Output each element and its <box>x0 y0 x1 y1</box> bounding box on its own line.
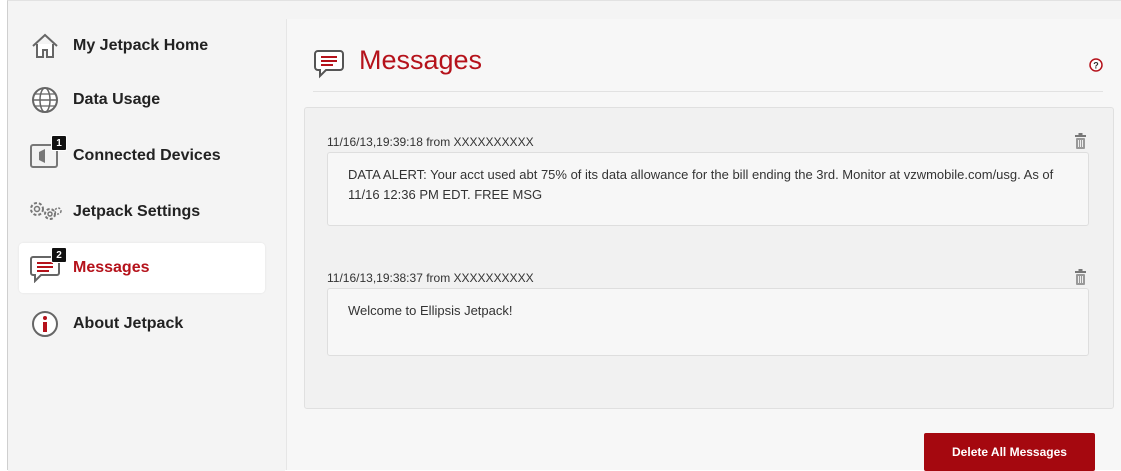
sidebar-item-label: About Jetpack <box>73 315 184 332</box>
sidebar-item-messages[interactable]: 2 Messages <box>19 243 265 293</box>
info-icon <box>27 306 63 342</box>
page-header: Messages ? <box>313 43 1103 92</box>
main-content: Messages ? 11/16/13,19:39:18 from XXXXXX… <box>286 19 1121 471</box>
svg-text:?: ? <box>1093 61 1099 71</box>
device-icon: 1 <box>27 135 67 174</box>
message-body: DATA ALERT: Your acct used abt 75% of it… <box>327 152 1089 226</box>
sidebar-item-jetpack-settings[interactable]: Jetpack Settings <box>19 187 265 237</box>
help-icon[interactable]: ? <box>1089 58 1103 77</box>
device-count-badge: 1 <box>51 135 67 151</box>
sidebar-item-data-usage[interactable]: Data Usage <box>19 75 265 125</box>
message-header: 11/16/13,19:38:37 from XXXXXXXXXX <box>327 268 1089 288</box>
sidebar-item-home[interactable]: My Jetpack Home <box>19 21 265 71</box>
home-icon <box>27 28 63 64</box>
sidebar-item-about[interactable]: About Jetpack <box>19 299 265 349</box>
list-item: 11/16/13,19:38:37 from XXXXXXXXXX Welcom… <box>327 268 1089 356</box>
message-icon: 2 <box>27 247 67 286</box>
message-timestamp-sender: 11/16/13,19:39:18 from XXXXXXXXXX <box>327 135 534 149</box>
sidebar-item-label: Messages <box>73 259 150 276</box>
delete-all-messages-button[interactable]: Delete All Messages <box>924 433 1095 471</box>
message-icon <box>313 47 345 84</box>
message-header: 11/16/13,19:39:18 from XXXXXXXXXX <box>327 132 1089 152</box>
trash-icon[interactable] <box>1074 269 1087 291</box>
gears-icon <box>27 194 63 230</box>
trash-icon[interactable] <box>1074 133 1087 155</box>
globe-icon <box>27 82 63 118</box>
sidebar-item-label: Jetpack Settings <box>73 203 201 220</box>
sidebar-item-label: Data Usage <box>73 91 161 108</box>
app-frame: My Jetpack Home Data Usage 1 Connected D… <box>7 0 1121 471</box>
sidebar-item-label: My Jetpack Home <box>73 37 209 54</box>
message-list: 11/16/13,19:39:18 from XXXXXXXXXX DATA A… <box>304 107 1114 409</box>
message-timestamp-sender: 11/16/13,19:38:37 from XXXXXXXXXX <box>327 271 534 285</box>
sidebar-item-connected-devices[interactable]: 1 Connected Devices <box>19 131 265 181</box>
message-body: Welcome to Ellipsis Jetpack! <box>327 288 1089 356</box>
list-item: 11/16/13,19:39:18 from XXXXXXXXXX DATA A… <box>327 132 1089 226</box>
sidebar-item-label: Connected Devices <box>73 147 221 164</box>
page-title: Messages <box>359 45 483 75</box>
message-count-badge: 2 <box>51 247 67 263</box>
sidebar: My Jetpack Home Data Usage 1 Connected D… <box>8 1 285 471</box>
